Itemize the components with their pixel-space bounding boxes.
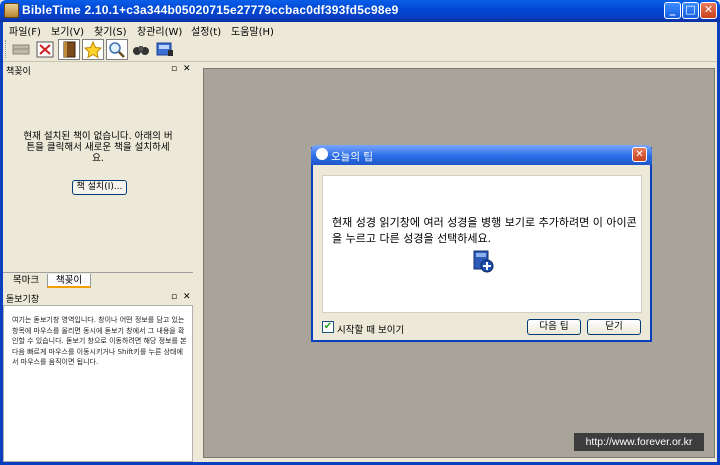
dialog-title: 오늘의 팁: [331, 151, 373, 163]
install-books-button[interactable]: 책 설치(I)...: [72, 180, 127, 195]
lightbulb-icon: [316, 148, 328, 160]
main-toolbar: [3, 38, 717, 62]
title-bar[interactable]: BibleTime 2.10.1+c3a344b05020715e27779cc…: [0, 0, 720, 22]
info-close-button[interactable]: ✕: [183, 292, 191, 302]
menu-view[interactable]: 보기(V): [51, 23, 84, 38]
tip-text: 현재 성경 읽기창에 여러 성경을 병행 보기로 추가하려면 이 아이콘을 누르…: [332, 216, 637, 245]
bookshelf-panel: 현재 설치된 책이 없습니다. 아래의 버튼을 클릭해서 새로운 책을 설치하세…: [3, 76, 193, 272]
binoculars-icon: [133, 46, 149, 55]
no-books-message: 현재 설치된 책이 없습니다. 아래의 버튼을 클릭해서 새로운 책을 설치하세…: [23, 131, 173, 164]
bookshelf-panel-button[interactable]: [58, 39, 80, 60]
book-icon: [63, 41, 76, 58]
bibletime-app-icon[interactable]: [4, 3, 19, 18]
info-panel: 여기는 돋보기창 영역입니다. 창이나 어떤 정보를 담고 있는 항목에 마우스…: [3, 305, 193, 462]
bookshelf-toggle-button[interactable]: [10, 39, 32, 60]
menu-file[interactable]: 파일(F): [9, 23, 41, 38]
add-parallel-bible-icon: [473, 250, 494, 273]
menu-settings[interactable]: 설정(t): [191, 23, 221, 38]
toolbar-grip-handle[interactable]: [5, 40, 8, 58]
bookmarks-panel-button[interactable]: [82, 39, 104, 60]
info-panel-text: 여기는 돋보기창 영역입니다. 창이나 어떤 정보를 담고 있는 항목에 마우스…: [12, 316, 187, 366]
next-tip-button[interactable]: 다음 팁: [527, 319, 581, 335]
close-window-button[interactable]: ✕: [700, 2, 717, 19]
fullscreen-button[interactable]: [34, 39, 56, 60]
info-dock-title: 돋보기창: [6, 295, 40, 305]
bookshelf-close-button[interactable]: ✕: [183, 64, 191, 74]
magnifier-panel-button[interactable]: [106, 39, 128, 60]
bookshelf-dock-header: 책꽂이 ▫ ✕: [3, 64, 193, 77]
dock-tab-bar: 목마크 책꽂이: [3, 272, 193, 288]
dialog-close-button[interactable]: ✕: [632, 147, 647, 162]
info-dock-header: 돋보기창 ▫ ✕: [3, 292, 193, 305]
menu-search[interactable]: 찾기(S): [94, 23, 127, 38]
tab-bookmarks[interactable]: 목마크: [7, 274, 45, 288]
tab-bookshelf[interactable]: 책꽂이: [47, 274, 91, 288]
maximize-button[interactable]: □: [682, 2, 699, 19]
minimize-button[interactable]: _: [664, 2, 681, 19]
info-float-button[interactable]: ▫: [171, 292, 177, 302]
search-button[interactable]: [130, 39, 152, 60]
show-info-button[interactable]: [154, 39, 176, 60]
tip-of-the-day-dialog: 오늘의 팁 ✕ 현재 성경 읽기창에 여러 성경을 병행 보기로 추가하려면 이…: [311, 145, 652, 342]
show-on-startup-label: 시작할 때 보이기: [337, 325, 405, 336]
fullscreen-icon: [36, 41, 54, 58]
watermark-url: http://www.forever.or.kr: [574, 433, 704, 451]
menu-window[interactable]: 창관리(W): [137, 23, 182, 38]
star-icon: [83, 40, 103, 59]
magnifier-icon: [109, 42, 125, 58]
show-on-startup-checkbox[interactable]: ✔: [322, 321, 334, 333]
tip-content-area: 현재 성경 읽기창에 여러 성경을 병행 보기로 추가하려면 이 아이콘을 누르…: [322, 175, 642, 313]
window-title: BibleTime 2.10.1+c3a344b05020715e27779cc…: [22, 3, 399, 17]
dialog-title-bar[interactable]: 오늘의 팁 ✕: [311, 145, 652, 165]
bookshelf-float-button[interactable]: ▫: [171, 64, 177, 74]
info-display-icon: [156, 42, 173, 56]
bookshelf-icon: [12, 44, 30, 55]
close-dialog-button[interactable]: 닫기: [587, 319, 641, 335]
menu-bar: 파일(F) 보기(V) 찾기(S) 창관리(W) 설정(t) 도움말(H): [3, 22, 717, 38]
menu-help[interactable]: 도움말(H): [231, 23, 274, 38]
